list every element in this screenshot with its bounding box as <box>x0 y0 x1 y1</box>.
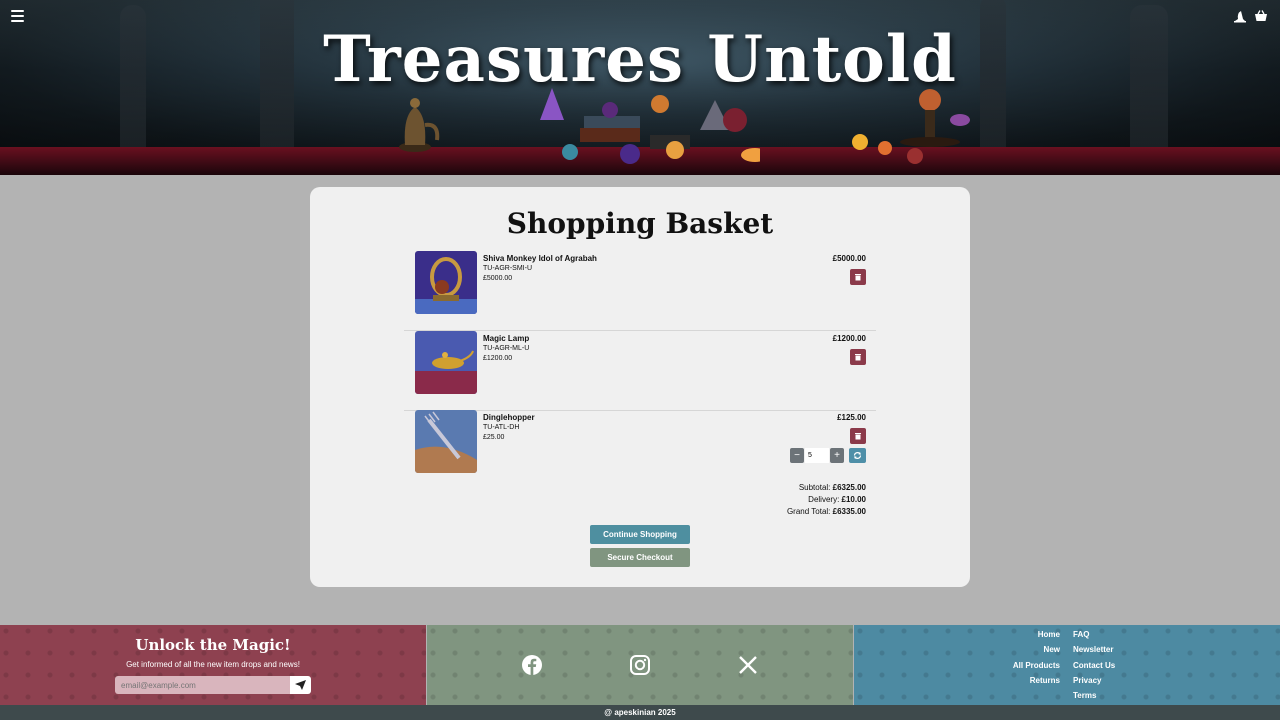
grand-total-row: Grand Total: £6335.00 <box>787 507 866 516</box>
site-title[interactable]: Treasures Untold <box>0 22 1280 97</box>
footer-link-all-products[interactable]: All Products <box>1013 661 1060 670</box>
newsletter-text: Get informed of all the new item drops a… <box>126 660 300 669</box>
increase-quantity-button[interactable]: + <box>830 448 844 463</box>
basket-item: Dinglehopper TU-ATL-DH £25.00 £125.00 − … <box>404 410 876 490</box>
send-icon <box>295 680 306 690</box>
delivery-value: £10.00 <box>841 495 866 504</box>
subtotal-value: £6325.00 <box>832 483 866 492</box>
item-line-total: £5000.00 <box>832 254 866 263</box>
item-unit-price: £5000.00 <box>483 275 513 282</box>
footer-link-newsletter[interactable]: Newsletter <box>1073 645 1113 654</box>
item-sku: TU-AGR-ML-U <box>483 345 530 352</box>
update-quantity-button[interactable] <box>849 448 866 463</box>
footer-link-privacy[interactable]: Privacy <box>1073 676 1101 685</box>
item-name[interactable]: Dinglehopper <box>483 413 535 422</box>
item-unit-price: £25.00 <box>483 434 505 441</box>
trash-icon <box>855 274 861 281</box>
footer-link-returns[interactable]: Returns <box>1030 676 1060 685</box>
hero-banner: Treasures Untold <box>0 0 1280 175</box>
subtotal-label: Subtotal: <box>798 483 831 492</box>
subscribe-button[interactable] <box>290 676 311 694</box>
footer-link-new[interactable]: New <box>1044 645 1060 654</box>
remove-item-button[interactable] <box>850 428 866 444</box>
footer: Unlock the Magic! Get informed of all th… <box>0 625 1280 705</box>
product-image-magic-lamp[interactable] <box>415 331 477 394</box>
basket-card: Shopping Basket Shiva Monkey Idol of Agr… <box>310 187 970 587</box>
hamburger-menu-icon[interactable] <box>11 10 24 22</box>
trash-icon <box>855 354 861 361</box>
footer-link-terms[interactable]: Terms <box>1073 691 1096 700</box>
wizard-hat-icon[interactable] <box>1233 9 1247 23</box>
delivery-row: Delivery: £10.00 <box>808 495 866 504</box>
item-line-total: £1200.00 <box>832 334 866 343</box>
newsletter-panel: Unlock the Magic! Get informed of all th… <box>0 625 426 705</box>
trash-icon <box>855 433 861 440</box>
quantity-input[interactable] <box>805 448 829 463</box>
footer-link-faq[interactable]: FAQ <box>1073 630 1089 639</box>
item-line-total: £125.00 <box>837 413 866 422</box>
secure-checkout-button[interactable]: Secure Checkout <box>590 548 690 567</box>
grand-total-label: Grand Total: <box>786 507 831 516</box>
footer-link-contact-us[interactable]: Contact Us <box>1073 661 1115 670</box>
refresh-icon <box>853 452 862 459</box>
social-panel <box>427 625 853 705</box>
footer-link-home[interactable]: Home <box>1038 630 1060 639</box>
basket-icon[interactable] <box>1254 9 1268 23</box>
newsletter-title: Unlock the Magic! <box>135 636 291 654</box>
x-icon[interactable] <box>737 654 759 676</box>
facebook-icon[interactable] <box>521 654 543 676</box>
page-title: Shopping Basket <box>506 207 774 240</box>
links-panel: Home New All Products Returns FAQ Newsle… <box>854 625 1280 705</box>
item-sku: TU-ATL-DH <box>483 424 520 431</box>
quantity-stepper: − + <box>790 448 866 463</box>
remove-item-button[interactable] <box>850 349 866 365</box>
item-name[interactable]: Shiva Monkey Idol of Agrabah <box>483 254 597 263</box>
decrease-quantity-button[interactable]: − <box>790 448 804 463</box>
delivery-label: Delivery: <box>808 495 840 504</box>
item-name[interactable]: Magic Lamp <box>483 334 529 343</box>
continue-shopping-button[interactable]: Continue Shopping <box>590 525 690 544</box>
email-input[interactable] <box>115 676 290 694</box>
basket-item: Shiva Monkey Idol of Agrabah TU-AGR-SMI-… <box>404 251 876 331</box>
subtotal-row: Subtotal: £6325.00 <box>799 483 866 492</box>
copyright-bar: @ apeskinian 2025 <box>0 705 1280 720</box>
product-image-monkey-idol[interactable] <box>415 251 477 314</box>
item-unit-price: £1200.00 <box>483 355 513 362</box>
remove-item-button[interactable] <box>850 269 866 285</box>
background-pattern <box>854 625 1280 705</box>
instagram-icon[interactable] <box>629 654 651 676</box>
item-sku: TU-AGR-SMI-U <box>483 265 532 272</box>
product-image-dinglehopper[interactable] <box>415 410 477 473</box>
basket-item: Magic Lamp TU-AGR-ML-U £1200.00 £1200.00 <box>404 331 876 411</box>
grand-total-value: £6335.00 <box>832 507 866 516</box>
